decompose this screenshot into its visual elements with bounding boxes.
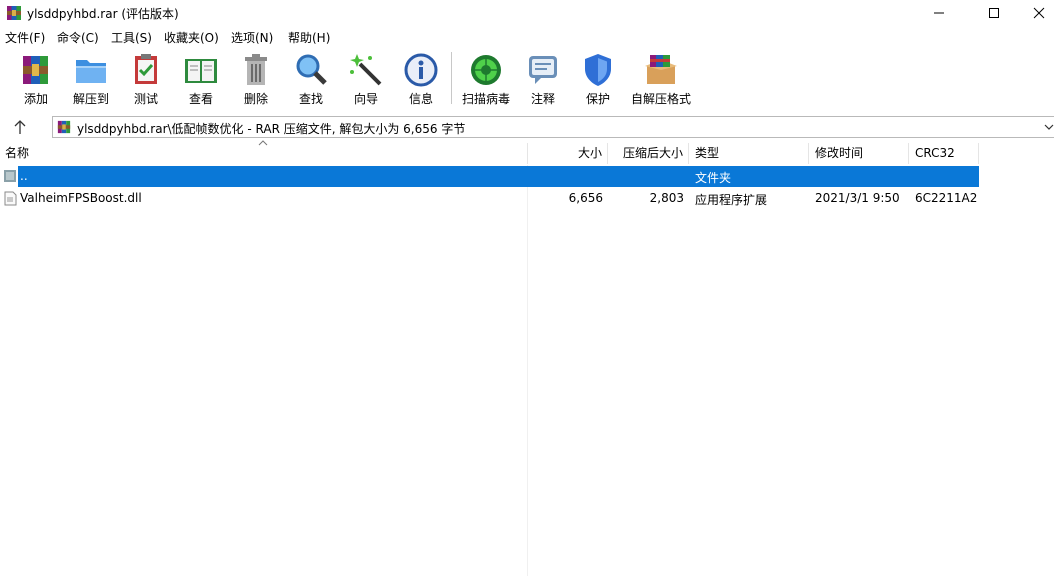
column-modified[interactable]: 修改时间 — [809, 143, 909, 164]
row-name: .. — [20, 169, 28, 183]
menu-help[interactable]: 帮助(H) — [288, 29, 330, 46]
minimize-icon — [934, 12, 944, 14]
list-item-parent-folder[interactable]: .. 文件夹 — [0, 166, 979, 188]
column-crc32[interactable]: CRC32 — [909, 143, 979, 164]
info-button[interactable]: 信息 — [393, 48, 449, 110]
view-book-icon — [185, 59, 217, 83]
archive-icon — [57, 120, 71, 134]
window-title: ylsddpyhbd.rar (评估版本) — [27, 7, 179, 21]
winrar-app-icon — [7, 6, 21, 20]
file-list[interactable]: .. 文件夹 ValheimFPSBoost.dll 6,656 2,803 应… — [0, 165, 1054, 576]
shield-icon — [585, 54, 611, 86]
menu-file[interactable]: 文件(F) — [5, 29, 45, 46]
path-field[interactable]: ylsddpyhbd.rar\低配帧数优化 - RAR 压缩文件, 解包大小为 … — [52, 116, 1054, 138]
row-modified: 2021/3/1 9:50 — [815, 191, 900, 205]
parent-folder-icon — [4, 170, 16, 182]
sfx-button[interactable]: 自解压格式 — [631, 48, 691, 110]
menu-options[interactable]: 选项(N) — [231, 29, 273, 46]
column-packed-size[interactable]: 压缩后大小 — [608, 143, 689, 164]
dll-file-icon — [4, 191, 17, 206]
address-bar: ylsddpyhbd.rar\低配帧数优化 - RAR 压缩文件, 解包大小为 … — [0, 114, 1054, 142]
protect-button[interactable]: 保护 — [570, 48, 626, 110]
selection-highlight — [18, 166, 979, 187]
up-arrow-icon[interactable] — [10, 118, 30, 136]
row-name: ValheimFPSBoost.dll — [20, 191, 142, 205]
row-packed-size: 2,803 — [649, 191, 684, 205]
info-icon — [404, 53, 438, 87]
row-crc32: 6C2211A2 — [915, 191, 978, 205]
toolbar: 添加 解压到 测试 查看 删除 查找 向导 信息 扫描病毒 注释 保护 自解压格… — [0, 48, 1054, 110]
list-header: 名称 大小 压缩后大小 类型 修改时间 CRC32 — [0, 140, 1054, 165]
extract-folder-icon — [76, 60, 106, 83]
virus-scan-icon — [471, 55, 501, 85]
maximize-button[interactable] — [971, 0, 1017, 26]
comment-icon — [529, 56, 557, 84]
menu-command[interactable]: 命令(C) — [57, 29, 99, 46]
path-text: ylsddpyhbd.rar\低配帧数优化 - RAR 压缩文件, 解包大小为 … — [77, 122, 466, 136]
minimize-button[interactable] — [916, 0, 962, 26]
menu-bar: 文件(F) 命令(C) 工具(S) 收藏夹(O) 选项(N) 帮助(H) — [0, 26, 1054, 46]
chevron-down-icon[interactable] — [1044, 123, 1054, 131]
maximize-icon — [989, 8, 999, 18]
menu-favorites[interactable]: 收藏夹(O) — [164, 29, 219, 46]
trash-icon — [245, 54, 267, 85]
close-icon — [1033, 7, 1045, 19]
title-bar: ylsddpyhbd.rar (评估版本) — [0, 0, 1054, 26]
list-divider — [527, 165, 528, 576]
menu-tools[interactable]: 工具(S) — [111, 29, 152, 46]
add-archive-icon — [23, 56, 48, 84]
magnifier-icon — [296, 54, 327, 85]
test-clipboard-icon — [135, 54, 157, 84]
magic-wand-icon — [350, 54, 382, 86]
list-background — [0, 165, 528, 576]
row-type: 应用程序扩展 — [695, 193, 768, 207]
row-type: 文件夹 — [695, 171, 732, 185]
close-button[interactable] — [1016, 0, 1054, 26]
list-item-file[interactable]: ValheimFPSBoost.dll 6,656 2,803 应用程序扩展 2… — [0, 188, 979, 210]
column-name[interactable]: 名称 — [0, 143, 528, 164]
sfx-button-label: 自解压格式 — [630, 92, 691, 106]
column-size[interactable]: 大小 — [528, 143, 608, 164]
row-size: 6,656 — [568, 191, 603, 205]
column-type[interactable]: 类型 — [689, 143, 809, 164]
sfx-box-icon — [645, 55, 677, 84]
